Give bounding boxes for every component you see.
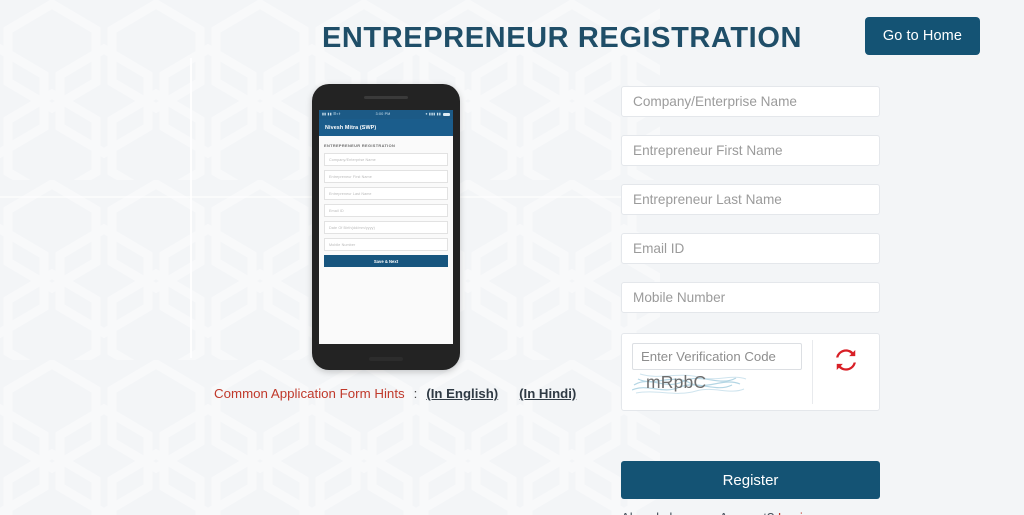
- phone-status-bar: ▮▮ ▮▮ ☰०१ 3:00 PM ● ▮▮▮ ▮▮: [319, 110, 453, 119]
- phone-field-label: Email ID: [329, 208, 344, 213]
- captcha-left-section: mRpbC: [622, 334, 812, 410]
- login-prompt-row: Already have an Account? Login: [621, 510, 880, 515]
- phone-status-left: ▮▮ ▮▮ ☰०१: [322, 112, 341, 116]
- phone-field-label: Company/Enterprise Name: [329, 157, 376, 162]
- phone-save-next-button[interactable]: Save & Next: [324, 255, 448, 267]
- first-name-input[interactable]: [621, 135, 880, 166]
- refresh-icon[interactable]: [834, 348, 858, 372]
- phone-mockup: ▮▮ ▮▮ ☰०१ 3:00 PM ● ▮▮▮ ▮▮ Nivesh Mitra …: [312, 84, 460, 370]
- hints-link-hindi[interactable]: (In Hindi): [519, 386, 576, 401]
- phone-field-mobile[interactable]: Mobile Number: [324, 238, 448, 251]
- phone-app-title: Nivesh Mitra (SWP): [325, 124, 377, 131]
- captcha-card: mRpbC: [621, 333, 880, 411]
- company-name-input[interactable]: [621, 86, 880, 117]
- login-link[interactable]: Login: [778, 510, 810, 515]
- phone-form-heading: ENTREPRENEUR REGISTRATION: [324, 143, 396, 148]
- register-button[interactable]: Register: [621, 461, 880, 499]
- last-name-input[interactable]: [621, 184, 880, 215]
- login-prompt-text: Already have an Account?: [621, 510, 774, 515]
- phone-field-company[interactable]: Company/Enterprise Name: [324, 153, 448, 166]
- phone-battery-icon: [443, 112, 450, 117]
- phone-status-time: 3:00 PM: [375, 112, 391, 116]
- hints-link-english[interactable]: (In English): [426, 386, 498, 401]
- go-to-home-button[interactable]: Go to Home: [864, 17, 980, 55]
- phone-status-right: ● ▮▮▮ ▮▮: [425, 112, 441, 116]
- hints-separator: :: [413, 386, 418, 401]
- phone-app-bar: Nivesh Mitra (SWP): [319, 119, 453, 136]
- phone-form-body: ENTREPRENEUR REGISTRATION Company/Enterp…: [319, 136, 453, 344]
- phone-frame: ▮▮ ▮▮ ☰०१ 3:00 PM ● ▮▮▮ ▮▮ Nivesh Mitra …: [312, 84, 460, 370]
- registration-form: mRpbC Register Already have an Account? …: [621, 86, 880, 515]
- phone-field-last-name[interactable]: Entrepreneur Last Name: [324, 187, 448, 200]
- verification-code-input[interactable]: [632, 343, 802, 370]
- phone-field-label: Entrepreneur Last Name: [329, 191, 372, 196]
- phone-field-label: Date Of Birth(dd/mm/yyyy): [329, 225, 375, 230]
- phone-field-label: Mobile Number: [329, 242, 356, 247]
- captcha-image: mRpbC: [632, 371, 802, 397]
- mobile-input[interactable]: [621, 282, 880, 313]
- registration-page: ENTREPRENEUR REGISTRATION Go to Home ▮▮ …: [0, 0, 1024, 515]
- phone-speaker: [364, 96, 408, 99]
- application-form-hints: Common Application Form Hints : (In Engl…: [214, 386, 576, 401]
- phone-field-dob[interactable]: Date Of Birth(dd/mm/yyyy): [324, 221, 448, 234]
- phone-field-first-name[interactable]: Entrepreneur First Name: [324, 170, 448, 183]
- captcha-right-section: [813, 334, 879, 410]
- phone-save-next-label: Save & Next: [373, 258, 399, 264]
- phone-home-bar: [369, 357, 403, 361]
- phone-screen: ▮▮ ▮▮ ☰०१ 3:00 PM ● ▮▮▮ ▮▮ Nivesh Mitra …: [319, 110, 453, 344]
- hints-label: Common Application Form Hints: [214, 386, 405, 401]
- captcha-code-text: mRpbC: [646, 372, 707, 392]
- email-input[interactable]: [621, 233, 880, 264]
- phone-field-email[interactable]: Email ID: [324, 204, 448, 217]
- phone-field-label: Entrepreneur First Name: [329, 174, 372, 179]
